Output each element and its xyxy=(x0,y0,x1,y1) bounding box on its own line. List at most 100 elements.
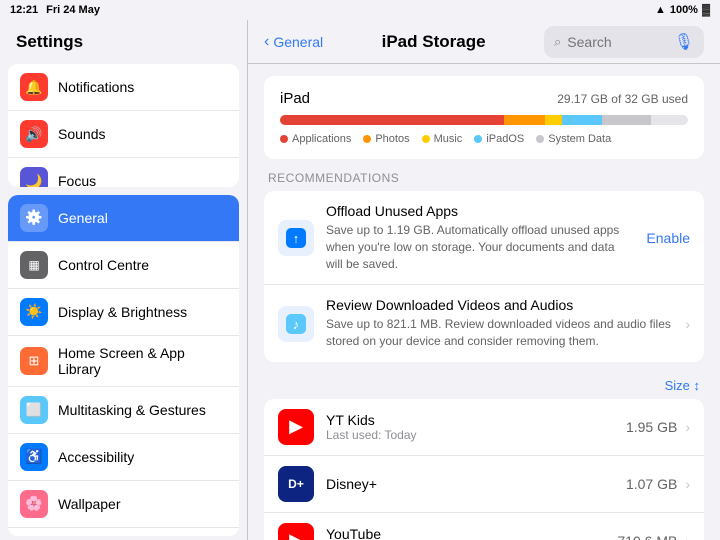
sidebar-section-main: ⚙️ General ▦ Control Centre ☀️ Display &… xyxy=(8,195,239,536)
sidebar-item-label-wallpaper: Wallpaper xyxy=(58,496,227,512)
yt-kids-size: 1.95 GB xyxy=(626,419,677,435)
accessibility-icon: ♿ xyxy=(20,443,48,471)
sidebar-item-label-accessibility: Accessibility xyxy=(58,449,227,465)
recommendations-label: RECOMMENDATIONS xyxy=(264,171,704,185)
legend-dot-system xyxy=(536,135,544,143)
yt-kids-info: YT Kids Last used: Today xyxy=(326,412,614,442)
back-button[interactable]: ‹ General xyxy=(264,33,323,51)
sidebar-section-top: 🔔 Notifications 🔊 Sounds 🌙 Focus ⏱ xyxy=(8,64,239,187)
sidebar-item-wallpaper[interactable]: 🌸 Wallpaper xyxy=(8,481,239,528)
rec-item-review-videos[interactable]: ♪ Review Downloaded Videos and Audios Sa… xyxy=(264,285,704,362)
legend-dot-applications xyxy=(280,135,288,143)
sidebar-item-notifications[interactable]: 🔔 Notifications xyxy=(8,64,239,111)
search-icon: ⌕ xyxy=(554,34,561,50)
offload-title: Offload Unused Apps xyxy=(326,203,634,219)
legend-photos: Photos xyxy=(363,133,409,145)
review-videos-title: Review Downloaded Videos and Audios xyxy=(326,297,673,313)
legend-system: System Data xyxy=(536,133,611,145)
back-chevron-icon: ‹ xyxy=(264,33,269,51)
svg-text:♪: ♪ xyxy=(293,317,300,332)
navigation-bar: ‹ General iPad Storage ⌕ 🎙 xyxy=(248,20,720,64)
review-chevron-icon: › xyxy=(685,316,690,332)
app-list-card: ▶ YT Kids Last used: Today 1.95 GB › D+ xyxy=(264,399,704,540)
yt-kids-last-used: Last used: Today xyxy=(326,428,614,442)
offload-desc: Save up to 1.19 GB. Automatically offloa… xyxy=(326,222,634,272)
sidebar-item-sounds[interactable]: 🔊 Sounds xyxy=(8,111,239,158)
yt-kids-right: 1.95 GB › xyxy=(626,419,690,435)
disney-plus-size: 1.07 GB xyxy=(626,476,677,492)
app-list-header: Size ↕ xyxy=(264,374,704,399)
storage-used-text: 29.17 GB of 32 GB used xyxy=(557,92,688,106)
bar-applications xyxy=(280,115,504,125)
page-title: iPad Storage xyxy=(335,32,532,52)
battery-text: 100% xyxy=(670,4,698,16)
svg-text:↑: ↑ xyxy=(293,231,300,246)
general-icon: ⚙️ xyxy=(20,204,48,232)
legend-music: Music xyxy=(422,133,463,145)
youtube-info: YouTube Last used: 17/05/2024 xyxy=(326,526,605,540)
sidebar-item-label-focus: Focus xyxy=(58,173,227,187)
multitasking-icon: ⬜ xyxy=(20,396,48,424)
review-videos-text: Review Downloaded Videos and Audios Save… xyxy=(326,297,673,350)
battery-icon: ▓ xyxy=(702,4,710,16)
search-bar[interactable]: ⌕ 🎙 xyxy=(544,26,704,58)
disney-plus-chevron-icon: › xyxy=(685,476,690,492)
control-centre-icon: ▦ xyxy=(20,251,48,279)
offload-enable-button[interactable]: Enable xyxy=(646,230,690,246)
back-label: General xyxy=(273,34,323,50)
sidebar-item-label-general: General xyxy=(58,210,227,226)
sidebar-item-display[interactable]: ☀️ Display & Brightness xyxy=(8,289,239,336)
sounds-icon: 🔊 xyxy=(20,120,48,148)
storage-legend: Applications Photos Music iPadOS xyxy=(280,133,688,145)
sidebar-item-control-centre[interactable]: ▦ Control Centre xyxy=(8,242,239,289)
wifi-icon: ▲ xyxy=(655,4,666,16)
sidebar-item-label-display: Display & Brightness xyxy=(58,304,227,320)
sidebar-item-accessibility[interactable]: ♿ Accessibility xyxy=(8,434,239,481)
disney-plus-icon: D+ xyxy=(278,466,314,502)
storage-device-name: iPad xyxy=(280,90,310,107)
sidebar-item-general[interactable]: ⚙️ General xyxy=(8,195,239,242)
youtube-right: 710.6 MB › xyxy=(617,533,690,540)
content-scroll: iPad 29.17 GB of 32 GB used Applications xyxy=(248,64,720,540)
sidebar-item-label-control-centre: Control Centre xyxy=(58,257,227,273)
offload-text: Offload Unused Apps Save up to 1.19 GB. … xyxy=(326,203,634,272)
sort-button[interactable]: Size ↕ xyxy=(665,378,700,393)
home-screen-icon: ⊞ xyxy=(20,347,48,375)
legend-dot-photos xyxy=(363,135,371,143)
disney-plus-info: Disney+ xyxy=(326,476,614,492)
youtube-chevron-icon: › xyxy=(685,533,690,540)
review-videos-desc: Save up to 821.1 MB. Review downloaded v… xyxy=(326,316,673,350)
sidebar-item-label-notifications: Notifications xyxy=(58,79,227,95)
sidebar-item-focus[interactable]: 🌙 Focus xyxy=(8,158,239,187)
offload-icon: ↑ xyxy=(278,220,314,256)
status-time: 12:21 xyxy=(10,4,38,16)
app-item-disney-plus[interactable]: D+ Disney+ 1.07 GB › xyxy=(264,456,704,513)
yt-kids-name: YT Kids xyxy=(326,412,614,428)
search-input[interactable] xyxy=(567,34,667,50)
rec-item-offload[interactable]: ↑ Offload Unused Apps Save up to 1.19 GB… xyxy=(264,191,704,285)
disney-plus-name: Disney+ xyxy=(326,476,614,492)
status-bar: 12:21 Fri 24 May ▲ 100% ▓ xyxy=(0,0,720,20)
mic-icon[interactable]: 🎙 xyxy=(674,32,694,52)
sidebar-item-siri[interactable]: ◎ Siri & Search xyxy=(8,528,239,536)
bar-ipados xyxy=(562,115,603,125)
yt-kids-icon: ▶ xyxy=(278,409,314,445)
sidebar-item-label-multitasking: Multitasking & Gestures xyxy=(58,402,227,418)
sidebar: Settings 🔔 Notifications 🔊 Sounds 🌙 Focu… xyxy=(0,20,248,540)
youtube-name: YouTube xyxy=(326,526,605,540)
sidebar-item-home-screen[interactable]: ⊞ Home Screen & App Library xyxy=(8,336,239,387)
legend-dot-ipados xyxy=(474,135,482,143)
focus-icon: 🌙 xyxy=(20,167,48,187)
notifications-icon: 🔔 xyxy=(20,73,48,101)
storage-bar xyxy=(280,115,688,125)
recommendations-card: ↑ Offload Unused Apps Save up to 1.19 GB… xyxy=(264,191,704,362)
app-item-youtube[interactable]: ▶ YouTube Last used: 17/05/2024 710.6 MB… xyxy=(264,513,704,540)
bar-photos xyxy=(504,115,545,125)
display-icon: ☀️ xyxy=(20,298,48,326)
yt-kids-chevron-icon: › xyxy=(685,419,690,435)
status-day: Fri 24 May xyxy=(46,4,100,16)
legend-ipados: iPadOS xyxy=(474,133,524,145)
sidebar-item-multitasking[interactable]: ⬜ Multitasking & Gestures xyxy=(8,387,239,434)
youtube-icon: ▶ xyxy=(278,523,314,540)
app-item-yt-kids[interactable]: ▶ YT Kids Last used: Today 1.95 GB › xyxy=(264,399,704,456)
